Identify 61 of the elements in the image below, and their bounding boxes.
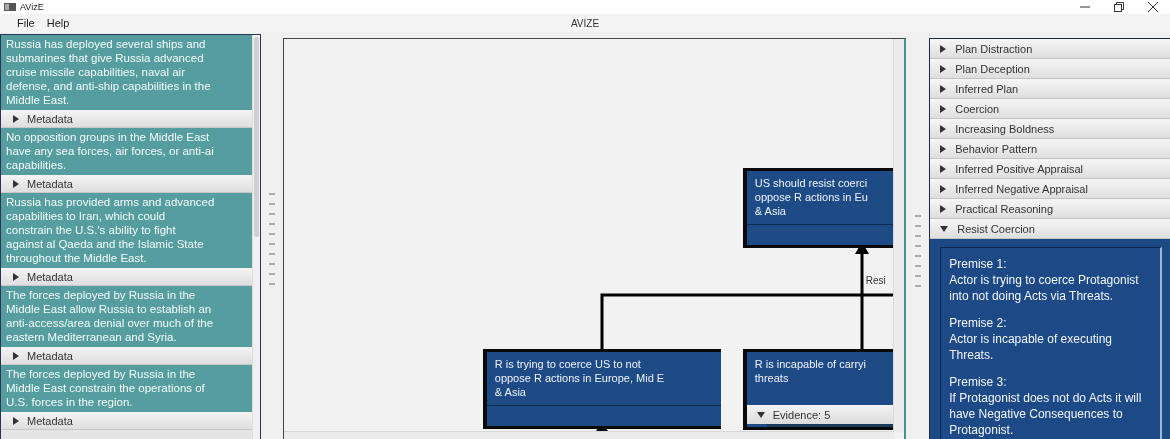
app-icon xyxy=(4,3,16,11)
triangle-right-icon xyxy=(940,64,947,73)
triangle-right-icon xyxy=(940,184,947,193)
triangle-right-icon xyxy=(13,416,19,425)
scheme-header[interactable]: Inferred Plan xyxy=(930,79,1170,99)
triangle-right-icon xyxy=(13,272,19,281)
scrollbar[interactable] xyxy=(893,39,905,433)
close-icon[interactable] xyxy=(1148,2,1158,12)
metadata-header[interactable]: Metadata xyxy=(1,175,252,193)
node-text: R is incapable of carryi threats xyxy=(753,357,868,386)
premise-text: Actor is trying to coerce Protagonist into not doing Acts via Threats. xyxy=(949,272,1140,304)
restore-icon[interactable] xyxy=(1114,2,1124,12)
metadata-header[interactable]: Metadata xyxy=(1,268,252,286)
triangle-right-icon xyxy=(940,204,947,213)
triangle-right-icon xyxy=(13,114,19,123)
triangle-right-icon xyxy=(13,351,19,360)
metadata-header[interactable]: Metadata xyxy=(1,110,252,128)
evidence-text: No opposition groups in the Middle East have any sea forces, air forces, or anti-ai capabilities. xyxy=(1,128,252,175)
premise-text: Actor is incapable of executing Threats. xyxy=(949,331,1113,363)
evidence-text: The forces deployed by Russia in the Middle East allow Russia to establish an anti-access/area denial over much of the eastern Mediterranean and Syria. xyxy=(1,286,252,347)
premise-heading: Premise 1: xyxy=(949,256,1008,272)
argument-node[interactable]: R is incapable of carryi threats Evidence: 5 xyxy=(742,349,893,430)
scheme-header[interactable]: Increasing Boldness xyxy=(930,119,1170,139)
triangle-right-icon xyxy=(940,124,947,133)
app-title: AVIZE xyxy=(570,17,600,29)
metadata-header[interactable]: Metadata xyxy=(1,347,252,365)
scheme-header[interactable]: Behavior Pattern xyxy=(930,139,1170,159)
argument-node[interactable]: US should resist coerci oppose R actions in Eu & Asia xyxy=(742,168,893,248)
scheme-header[interactable]: Resist Coercion xyxy=(930,219,1170,239)
triangle-right-icon xyxy=(940,164,947,173)
premise-heading: Premise 3: xyxy=(949,374,1008,390)
argument-node[interactable]: R is trying to coerce US to not oppose R actions in Europe, Mid E & Asia xyxy=(482,349,721,429)
triangle-right-icon xyxy=(940,104,947,113)
triangle-down-icon xyxy=(756,411,765,418)
metadata-header[interactable]: Metadata xyxy=(1,412,252,430)
triangle-right-icon xyxy=(940,84,947,93)
scroll-thumb[interactable] xyxy=(253,37,259,237)
triangle-right-icon xyxy=(940,44,947,53)
premise-heading: Premise 2: xyxy=(949,315,1008,331)
triangle-down-icon xyxy=(940,225,949,232)
menu-item[interactable]: File xyxy=(17,17,35,29)
scheme-header[interactable]: Plan Distraction xyxy=(930,39,1170,59)
evidence-text: The forces deployed by Russia in the Middle East constrain the operations of U.S. forces in the region. xyxy=(1,365,252,412)
evidence-text: Russia has provided arms and advanced capabilities to Iran, which could constrain the U.S.'s ability to fight against al Qaeda and the Islamic State throughout the Middle East. xyxy=(1,193,252,268)
menu-item[interactable]: Help xyxy=(46,17,70,29)
scheme-header[interactable]: Inferred Negative Appraisal xyxy=(930,179,1170,199)
node-text: US should resist coerci oppose R actions in Eu & Asia xyxy=(753,176,869,219)
edge-label: Resi xyxy=(865,275,886,286)
evidence-header[interactable]: Evidence: 5 xyxy=(746,405,893,424)
node-text: R is trying to coerce US to not oppose R actions in Europe, Mid E & Asia xyxy=(493,357,666,400)
scheme-header[interactable]: Inferred Positive Appraisal xyxy=(930,159,1170,179)
triangle-right-icon xyxy=(940,144,947,153)
triangle-right-icon xyxy=(13,179,19,188)
scheme-header[interactable]: Coercion xyxy=(930,99,1170,119)
scrollbar[interactable] xyxy=(251,35,260,439)
scheme-header[interactable]: Plan Deception xyxy=(930,59,1170,79)
scheme-header[interactable]: Practical Reasoning xyxy=(930,199,1170,219)
window-title: AVizE xyxy=(20,2,44,12)
evidence-text: Russia has deployed several ships and submarines that give Russia advanced cruise missile capabilities, naval air defense, and anti-ship capabilities in the Middle East. xyxy=(1,35,252,110)
scrollbar[interactable] xyxy=(283,431,894,439)
premise-text: If Protagonist does not do Acts it will have Negative Consequences to Protagonist. xyxy=(949,390,1143,438)
